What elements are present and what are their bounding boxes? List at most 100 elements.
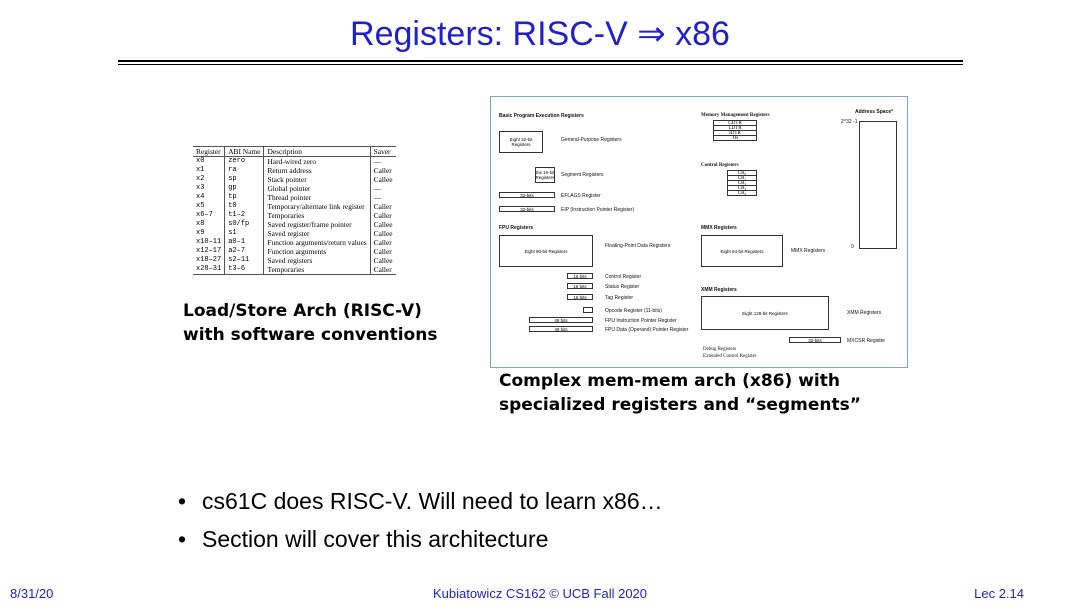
opcode-box [583, 307, 593, 313]
cell-description: Saved registers [263, 256, 371, 265]
eflags-label: EFLAGS Register [561, 193, 601, 199]
cell-register: x12–17 [193, 247, 226, 256]
register-cell: CR₄ [727, 190, 757, 196]
table-row: x12–17 a2–7 Function arguments Caller [193, 247, 396, 256]
cell-abi-name: sp [224, 175, 265, 184]
mmx-label: MMX Registers [791, 248, 826, 254]
extended-control-label: Extended Control Register [703, 354, 757, 359]
column-header-register: Register [193, 146, 226, 157]
mxcsr-label: MXCSR Register [847, 338, 886, 344]
cell-description: Temporaries [263, 211, 371, 220]
opcode-label: Opcode Register (11-bits) [605, 308, 662, 314]
register-cell: TR [713, 135, 757, 141]
table-row: x1 ra Return address Caller [193, 166, 396, 175]
bullet-item: • cs61C does RISC-V. Will need to learn x… [178, 482, 663, 520]
debug-registers-label: Debug Registers [703, 347, 737, 352]
table-row: x8 s0/fp Saved register/frame pointer Calle… [193, 220, 396, 229]
fpu-status-box: 16 bits [567, 283, 593, 289]
fpu-tag-label: Tag Register [605, 295, 634, 301]
table-row: x28–31 t3–6 Temporaries Caller [193, 265, 396, 275]
address-space-title: Address Space* [855, 109, 894, 115]
bullet-list: • cs61C does RISC-V. Will need to learn x… [178, 482, 663, 558]
bullet-item: • Section will cover this architecture [178, 520, 663, 558]
table-row: x3 gp Global pointer — [193, 184, 396, 193]
table-row: x9 s1 Saved register Callee [193, 229, 396, 238]
fpu-status-label: Status Register [605, 284, 640, 290]
mxcsr-box: 32-bits [789, 337, 841, 343]
xmm-label: XMM Registers [847, 310, 882, 316]
eip-label: EIP (Instruction Pointer Register) [561, 207, 634, 213]
cell-abi-name: gp [224, 184, 265, 193]
riscv-caption-line-2: with software conventions [183, 325, 438, 345]
table-row: x2 sp Stack pointer Callee [193, 175, 396, 184]
mmx-box: Eight 64-bit Registers [701, 235, 783, 267]
cell-description: Thread pointer [263, 193, 371, 202]
fpu-dp-label: FPU Data (Operand) Pointer Register [605, 327, 689, 333]
cell-description: Temporary/alternate link register [263, 202, 371, 211]
cell-saver: Caller [373, 247, 392, 256]
eip-box: 32-bits [499, 206, 555, 212]
cell-saver: Caller [373, 166, 392, 175]
x86-caption: Complex mem-mem arch (x86) with speciali… [499, 369, 861, 417]
cell-abi-name: t3–6 [224, 265, 265, 275]
x86-register-diagram: Basic Program Execution Registers Eight … [490, 96, 908, 368]
table-row: x5 t0 Temporary/alternate link register Cal… [193, 202, 396, 211]
title-rule-thick [118, 60, 963, 62]
footer-lecture: Lec 2.14 [974, 586, 1024, 601]
cell-saver: Caller [373, 238, 392, 247]
cell-description: Global pointer [263, 184, 371, 193]
column-header-abi-name: ABI Name [224, 146, 265, 157]
fpu-control-box: 16 bits [567, 273, 593, 279]
memory-management-title: Memory Management Registers [701, 113, 770, 118]
cell-abi-name: tp [224, 193, 265, 202]
cell-register: x28–31 [193, 265, 226, 275]
cell-register: x3 [193, 184, 226, 193]
cell-saver: — [373, 157, 382, 166]
cell-abi-name: t1–2 [224, 211, 265, 220]
control-registers: CR₀ CR₁ CR₂ CR₃ CR₄ [727, 170, 757, 196]
fpu-control-label: Control Register [605, 274, 642, 280]
cell-abi-name: a0–1 [224, 238, 265, 247]
cell-saver: Caller [373, 211, 392, 220]
address-space-box [859, 121, 897, 249]
segment-label: Segment Registers [561, 172, 604, 178]
gpr-box: Eight 32-bit Registers [499, 131, 543, 153]
riscv-caption-line-1: Load/Store Arch (RISC-V) [183, 301, 422, 321]
cell-description: Function arguments/return values [263, 238, 371, 247]
xmm-box: Eight 128-bit Registers [701, 296, 829, 330]
cell-register: x0 [193, 156, 226, 166]
cell-saver: Caller [373, 202, 392, 211]
cell-saver: Callee [373, 256, 393, 265]
cell-description: Return address [263, 166, 371, 175]
table-row: x10–11 a0–1 Function arguments/return valu… [193, 238, 396, 247]
x86-caption-line-2: specialized registers and “segments” [499, 395, 861, 415]
table-row: x4 tp Thread pointer — [193, 193, 396, 202]
column-header-description: Description [263, 146, 371, 157]
basic-registers-title: Basic Program Execution Registers [499, 113, 584, 119]
cell-register: x8 [193, 220, 226, 229]
cell-description: Temporaries [263, 265, 371, 275]
cell-abi-name: zero [224, 156, 265, 166]
cell-register: x5 [193, 202, 226, 211]
fpu-ip-box: 48 bits [529, 317, 593, 323]
cell-saver: — [373, 193, 382, 202]
cell-register: x1 [193, 166, 226, 175]
riscv-caption: Load/Store Arch (RISC-V) with software c… [183, 299, 437, 347]
address-space-bottom-label: 0 [851, 244, 854, 250]
slide-title: Registers: RISC-V ⇒ x86 [350, 15, 730, 53]
cell-abi-name: ra [224, 166, 265, 175]
cell-register: x18–27 [193, 256, 226, 265]
riscv-register-table: Register ABI Name Description Saver x0 ze… [193, 146, 396, 275]
fpu-registers-title: FPU Registers [499, 225, 534, 231]
eflags-box: 32-bits [499, 192, 555, 198]
fpu-ip-label: FPU Instruction Pointer Register [605, 318, 677, 324]
cell-register: x4 [193, 193, 226, 202]
gpr-label: General-Purpose Registers [561, 137, 622, 143]
cell-abi-name: s2–11 [224, 256, 265, 265]
fpu-tag-box: 16 bits [567, 294, 593, 300]
bullet-text: cs61C does RISC-V. Will need to learn x8… [202, 488, 663, 514]
cell-abi-name: a2–7 [224, 247, 265, 256]
cell-register: x6–7 [193, 211, 226, 220]
cell-description: Saved register [263, 229, 371, 238]
bullet-text: Section will cover this architecture [202, 526, 549, 552]
